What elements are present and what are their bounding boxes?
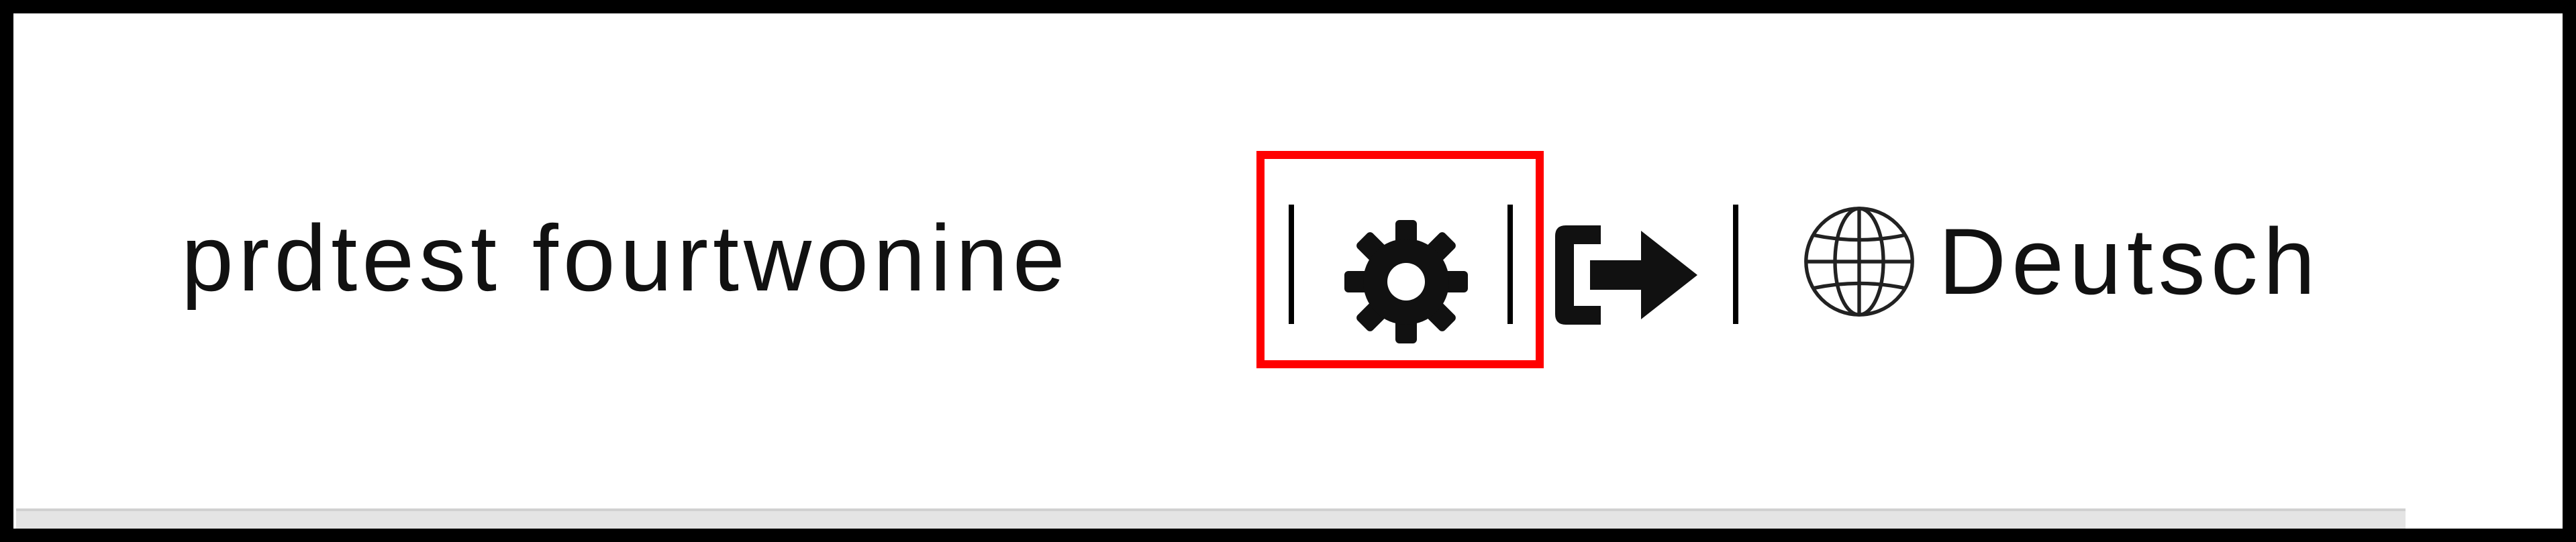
separator [1289, 205, 1294, 324]
horizontal-scrollbar[interactable] [16, 511, 2406, 529]
separator [1507, 205, 1513, 324]
separator [1733, 205, 1738, 324]
language-selector[interactable]: Deutsch [1799, 195, 2321, 329]
gear-icon [1339, 220, 1473, 351]
globe-icon [1799, 201, 1920, 322]
user-name[interactable]: prdtest fourtwonine [181, 205, 1070, 312]
header-bar: prdtest fourtwonine Deutsch [13, 13, 2563, 529]
settings-button[interactable] [1339, 215, 1473, 349]
logout-button[interactable] [1547, 215, 1708, 335]
language-label[interactable]: Deutsch [1938, 208, 2321, 315]
sign-out-icon [1547, 225, 1708, 338]
